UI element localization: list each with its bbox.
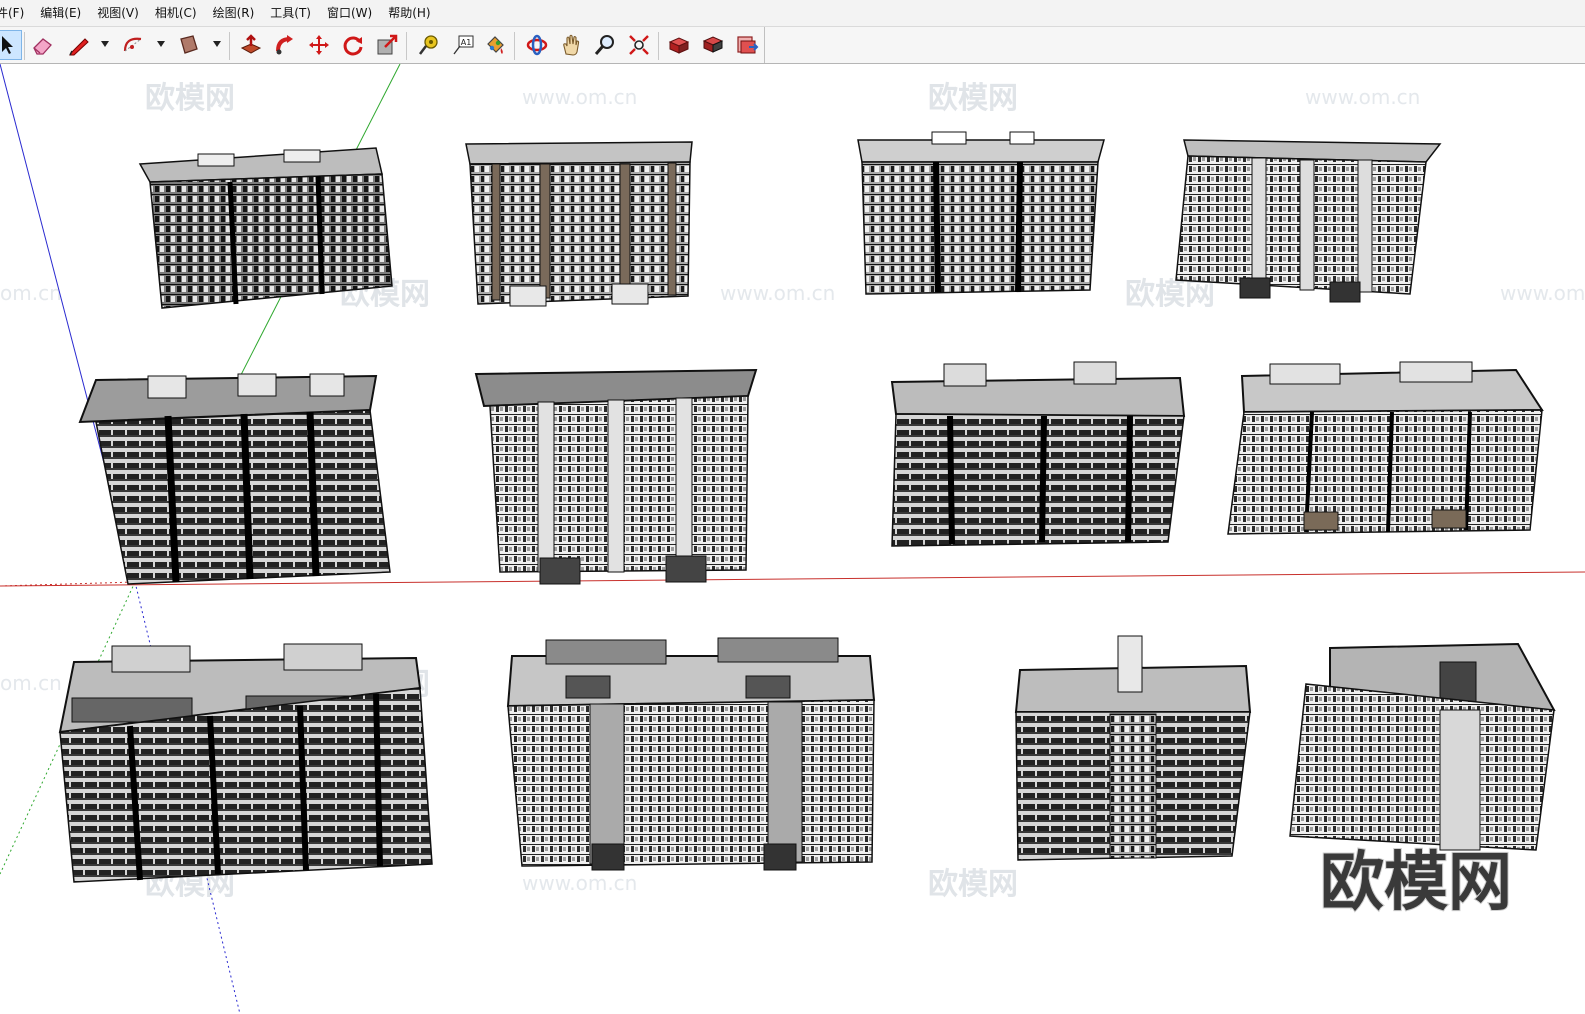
watermark-logo-text: 欧模网 <box>145 81 235 116</box>
orbit-icon[interactable] <box>522 30 552 60</box>
arc-icon[interactable] <box>118 30 148 60</box>
rotate-icon[interactable] <box>338 30 368 60</box>
pan-hand-icon[interactable] <box>556 30 586 60</box>
eraser-icon[interactable] <box>28 30 58 60</box>
watermark-logo-text: 欧模网 <box>928 867 1018 902</box>
toolbar-end-border <box>764 27 765 63</box>
building-model[interactable] <box>58 643 433 883</box>
shape-dropdown-icon[interactable] <box>213 41 221 47</box>
building-model[interactable] <box>474 368 758 585</box>
menu-file[interactable]: 件(F) <box>0 0 32 26</box>
menu-draw[interactable]: 绘图(R) <box>205 0 263 26</box>
rectangle-icon[interactable] <box>174 30 204 60</box>
watermark-partial-text: om.cn <box>0 281 62 305</box>
pencil-line-icon[interactable] <box>64 30 94 60</box>
menu-tools[interactable]: 工具(T) <box>262 0 319 26</box>
select-arrow-icon[interactable] <box>0 30 22 60</box>
building-model[interactable] <box>1227 361 1544 535</box>
building-model[interactable] <box>1175 139 1442 303</box>
tape-measure-icon[interactable] <box>414 30 444 60</box>
watermark-logo-text: 欧模网 <box>928 81 1018 116</box>
zoom-icon[interactable] <box>590 30 620 60</box>
menu-camera[interactable]: 相机(C) <box>147 0 205 26</box>
building-model[interactable] <box>857 131 1105 295</box>
3d-viewport[interactable]: 欧模网 www.om.cn 欧模网 www.om.cn om.cn 欧模网 ww… <box>0 64 1585 1014</box>
watermark-url-text: www.om.cn <box>1305 85 1420 109</box>
toolbar-separator <box>24 32 25 60</box>
toolbar-separator <box>406 32 407 60</box>
toolbar-separator <box>514 32 515 60</box>
text-tool-label: A1 <box>461 38 472 47</box>
building-model[interactable] <box>78 373 391 585</box>
menu-edit[interactable]: 编辑(E) <box>32 0 89 26</box>
building-model[interactable] <box>506 637 876 871</box>
watermark-url-text: www.om.cn <box>522 871 637 895</box>
watermark-url-text: www.om.cn <box>1500 281 1585 305</box>
3d-warehouse-icon[interactable] <box>664 30 694 60</box>
building-model[interactable] <box>138 147 393 309</box>
building-model[interactable] <box>465 141 693 307</box>
building-model[interactable] <box>890 361 1186 547</box>
move-icon[interactable] <box>304 30 334 60</box>
menu-view[interactable]: 视图(V) <box>89 0 147 26</box>
paint-bucket-icon[interactable] <box>480 30 510 60</box>
extension-warehouse-icon[interactable] <box>732 30 762 60</box>
arc-dropdown-icon[interactable] <box>157 41 165 47</box>
toolbar-separator <box>658 32 659 60</box>
text-label-icon[interactable]: A1 <box>448 30 478 60</box>
building-model[interactable] <box>1014 635 1252 861</box>
push-pull-icon[interactable] <box>236 30 266 60</box>
offset-scale-icon[interactable] <box>372 30 402 60</box>
menu-bar: 件(F) 编辑(E) 视图(V) 相机(C) 绘图(R) 工具(T) 窗口(W)… <box>0 0 1585 27</box>
main-toolbar: A1 <box>0 27 1585 64</box>
watermark-url-text: www.om.cn <box>522 85 637 109</box>
component-share-icon[interactable] <box>698 30 728 60</box>
building-model[interactable] <box>1289 642 1556 851</box>
menu-help[interactable]: 帮助(H) <box>380 0 438 26</box>
toolbar-separator <box>229 32 230 60</box>
watermark-partial-text: om.cn <box>0 671 62 695</box>
zoom-extents-icon[interactable] <box>624 30 654 60</box>
brand-watermark: 欧模网 <box>1320 846 1512 920</box>
watermark-url-text: www.om.cn <box>720 281 835 305</box>
pencil-dropdown-icon[interactable] <box>101 41 109 47</box>
menu-window[interactable]: 窗口(W) <box>319 0 380 26</box>
follow-me-icon[interactable] <box>270 30 300 60</box>
